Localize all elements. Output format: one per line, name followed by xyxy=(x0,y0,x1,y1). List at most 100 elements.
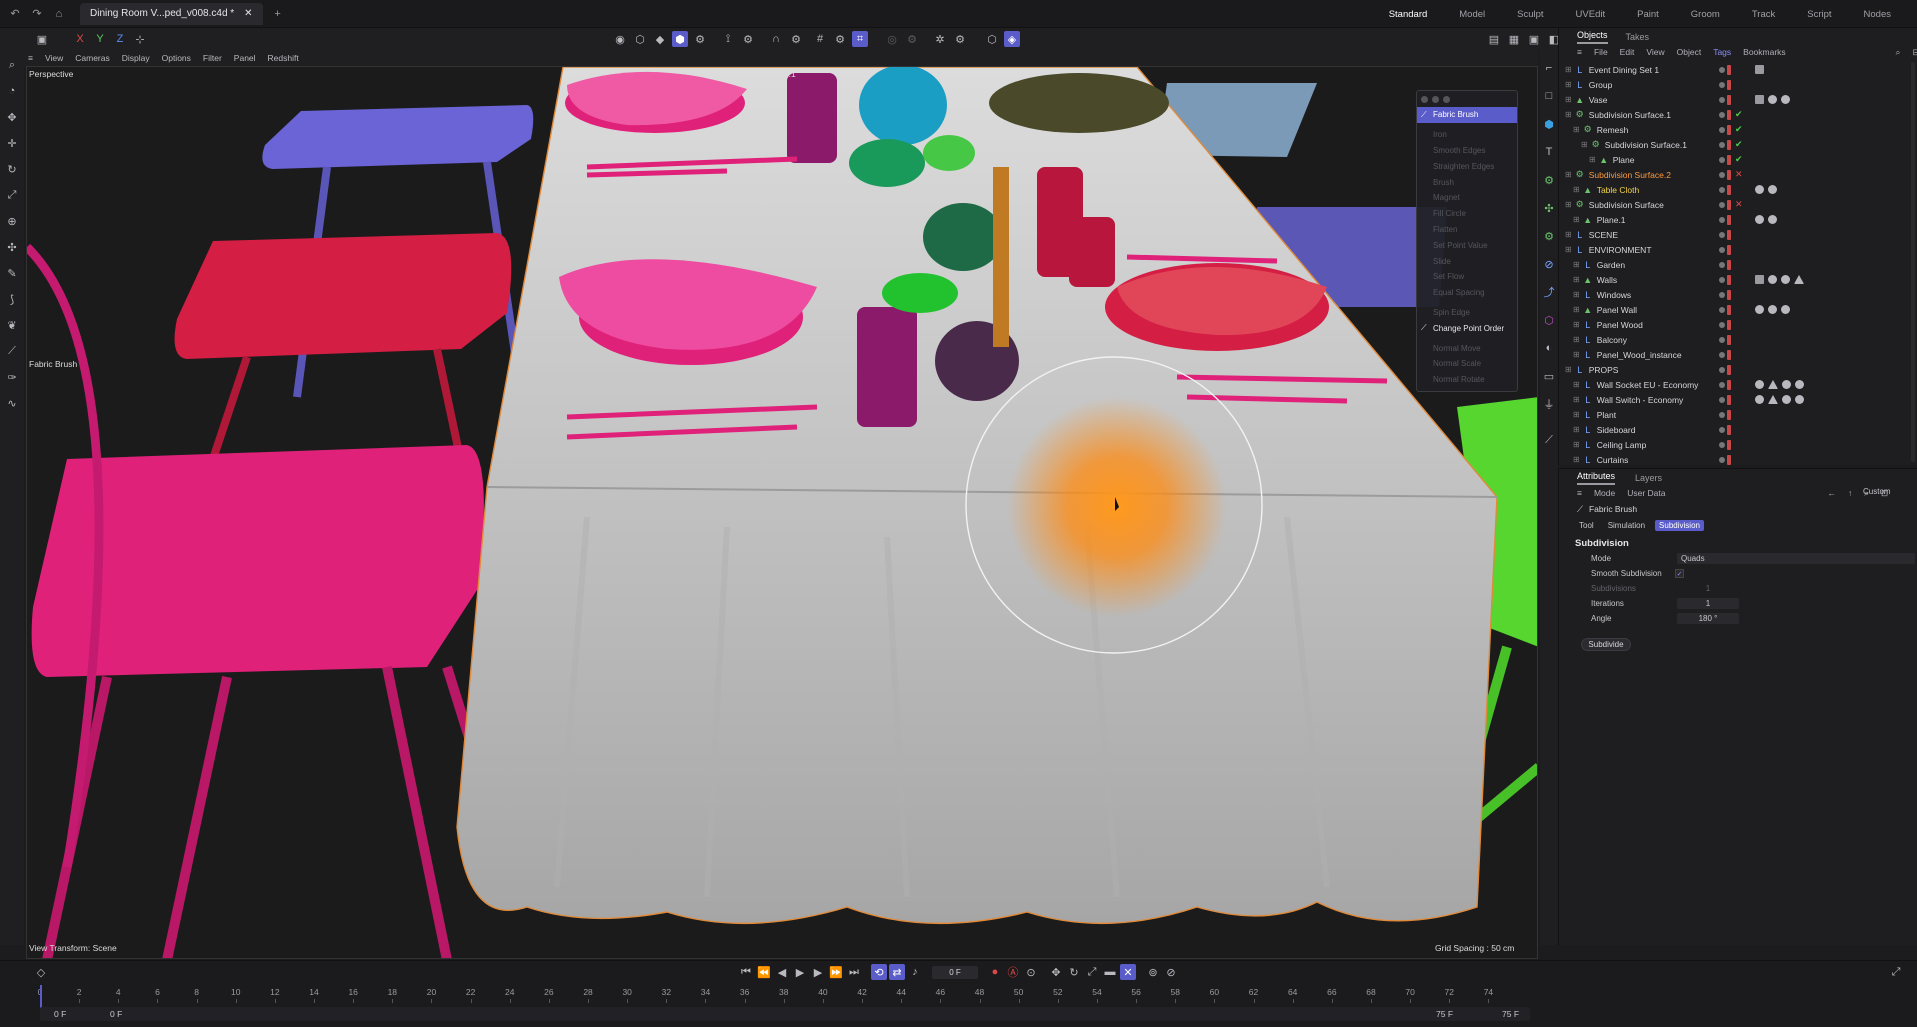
timeline-settings-icon[interactable]: ⊘ xyxy=(1163,964,1179,980)
render-icon[interactable]: ⬡ xyxy=(984,31,1000,47)
play-icon[interactable]: ▶ xyxy=(792,964,808,980)
visibility-toggle[interactable] xyxy=(1719,351,1725,358)
object-row[interactable]: ⊞ L Wall Socket EU - Economy xyxy=(1559,377,1917,392)
previous-key-icon[interactable]: ⏪ xyxy=(756,964,772,980)
close-tab-icon[interactable]: ✕ xyxy=(244,8,252,19)
viewport-menu-view[interactable]: View xyxy=(45,53,63,63)
object-row[interactable]: ⊞ ▲ Table Cloth xyxy=(1559,182,1917,197)
visibility-toggle[interactable] xyxy=(1719,426,1725,433)
layout-tab-uvedit[interactable]: UVEdit xyxy=(1560,9,1622,20)
expand-icon[interactable]: ⊞ xyxy=(1573,185,1580,194)
layer-indicator[interactable] xyxy=(1727,124,1731,135)
polygons-mode-icon[interactable]: ◆ xyxy=(652,31,668,47)
tag-icon[interactable] xyxy=(1755,65,1764,74)
object-list-scrollbar[interactable] xyxy=(1911,62,1915,462)
tag-icon[interactable] xyxy=(1755,95,1764,104)
spline-object-icon[interactable]: ⤴ xyxy=(1541,284,1557,300)
camera-name[interactable]: Perspective xyxy=(29,69,73,79)
soft-select-icon[interactable]: ✲ xyxy=(932,31,948,47)
material-tag-icon[interactable] xyxy=(1755,305,1764,314)
layer-indicator[interactable] xyxy=(1727,394,1731,405)
cloner-icon[interactable]: ✣ xyxy=(1541,200,1557,216)
visibility-toggle[interactable] xyxy=(1719,186,1725,193)
expand-icon[interactable]: ⊞ xyxy=(1573,290,1580,299)
expand-icon[interactable]: ⊞ xyxy=(1565,200,1572,209)
cube-icon[interactable]: ⬢ xyxy=(1541,116,1557,132)
live-select-icon[interactable]: ✥ xyxy=(4,109,20,125)
camera-icon[interactable]: ⌐ xyxy=(1541,60,1557,76)
object-row[interactable]: ⊞ L PROPS xyxy=(1559,362,1917,377)
visibility-toggle[interactable] xyxy=(1719,66,1725,73)
layout-tab-script[interactable]: Script xyxy=(1791,9,1847,20)
visibility-toggle[interactable] xyxy=(1719,261,1725,268)
phong-tag-icon[interactable] xyxy=(1794,275,1804,284)
viewport-menu-options[interactable]: Options xyxy=(162,53,191,63)
material-tag-icon[interactable] xyxy=(1768,305,1777,314)
sym-settings-icon[interactable]: ⚙ xyxy=(904,31,920,47)
pen-icon[interactable]: ✑ xyxy=(4,369,20,385)
object-search-icon[interactable]: ⌕ xyxy=(1896,47,1901,58)
mode-select[interactable]: Quads xyxy=(1677,553,1915,564)
transform-icon[interactable]: ⊕ xyxy=(4,213,20,229)
object-menu-tags[interactable]: Tags xyxy=(1713,47,1731,57)
redo-icon[interactable]: ↷ xyxy=(30,7,44,21)
palette-item-change-point-order[interactable]: ⟋ Change Point Order xyxy=(1417,320,1517,336)
key-position-icon[interactable]: ✥ xyxy=(1048,964,1064,980)
subdivide-button[interactable]: Subdivide xyxy=(1581,638,1631,651)
document-tab[interactable]: Dining Room V...ped_v008.c4d * ✕ xyxy=(80,2,263,25)
snap-settings-icon[interactable]: ⚙ xyxy=(788,31,804,47)
expand-icon[interactable]: ⊞ xyxy=(1573,425,1580,434)
axis-y-toggle[interactable]: Y xyxy=(92,31,108,47)
object-row[interactable]: ⊞ L Curtains xyxy=(1559,452,1917,467)
object-row[interactable]: ⊞ ⚙ Remesh ✔ xyxy=(1559,122,1917,137)
render-view-icon[interactable]: ▦ xyxy=(1506,31,1522,47)
material-tag-icon[interactable] xyxy=(1795,380,1804,389)
material-tag-icon[interactable] xyxy=(1795,395,1804,404)
object-row[interactable]: ⊞ ▲ Walls xyxy=(1559,272,1917,287)
render-settings-icon[interactable]: ▣ xyxy=(1526,31,1542,47)
viewport-menu-display[interactable]: Display xyxy=(122,53,150,63)
layer-indicator[interactable] xyxy=(1727,439,1731,450)
enabled-check-icon[interactable]: ✔ xyxy=(1735,154,1743,165)
axis-x-toggle[interactable]: X xyxy=(72,31,88,47)
key-param-icon[interactable]: ▬ xyxy=(1102,964,1118,980)
up-arrow-icon[interactable]: ↑ xyxy=(1848,488,1852,498)
expand-icon[interactable]: ⊞ xyxy=(1573,275,1580,284)
axis-mode-icon[interactable]: ⟟ xyxy=(720,31,736,47)
ab-loop-icon[interactable]: ⇄ xyxy=(889,964,905,980)
scene-icon[interactable]: ▣ xyxy=(34,31,50,47)
brush-icon[interactable]: ⟋ xyxy=(4,343,20,359)
visibility-toggle[interactable] xyxy=(1719,441,1725,448)
angle-field[interactable]: 180 ° xyxy=(1677,613,1739,624)
object-row[interactable]: ⊞ ⚙ Subdivision Surface.2 ✕ xyxy=(1559,167,1917,182)
points-mode-icon[interactable]: ◉ xyxy=(612,31,628,47)
disabled-cross-icon[interactable]: ✕ xyxy=(1735,169,1743,180)
layer-indicator[interactable] xyxy=(1727,214,1731,225)
record-icon[interactable]: ● xyxy=(987,964,1003,980)
layout-tab-groom[interactable]: Groom xyxy=(1675,9,1736,20)
palette-min-dot[interactable] xyxy=(1432,95,1439,103)
expand-icon[interactable]: ⊞ xyxy=(1573,320,1580,329)
layer-indicator[interactable] xyxy=(1727,154,1731,165)
material-tag-icon[interactable] xyxy=(1755,215,1764,224)
grid-settings-icon[interactable]: ⚙ xyxy=(832,31,848,47)
layout-tab-model[interactable]: Model xyxy=(1443,9,1501,20)
uv-mode-icon[interactable]: ⚙ xyxy=(692,31,708,47)
sculpt-icon[interactable]: ✎ xyxy=(4,265,20,281)
layer-indicator[interactable] xyxy=(1727,424,1731,435)
enabled-check-icon[interactable]: ✔ xyxy=(1735,139,1743,150)
cube-outline-icon[interactable]: □ xyxy=(1541,88,1557,104)
subtab-simulation[interactable]: Simulation xyxy=(1604,520,1649,531)
home-icon[interactable]: ⌂ xyxy=(52,7,66,21)
layer-indicator[interactable] xyxy=(1727,349,1731,360)
visibility-toggle[interactable] xyxy=(1719,111,1725,118)
light-icon[interactable]: ◐ xyxy=(1541,340,1557,356)
tab-layers[interactable]: Layers xyxy=(1635,473,1662,485)
expand-icon[interactable]: ⊞ xyxy=(1573,440,1580,449)
expand-icon[interactable]: ⊞ xyxy=(1565,65,1572,74)
viewport-menu-filter[interactable]: Filter xyxy=(203,53,222,63)
layer-indicator[interactable] xyxy=(1727,319,1731,330)
go-to-start-icon[interactable]: ⏮ xyxy=(738,964,754,980)
visibility-toggle[interactable] xyxy=(1719,336,1725,343)
layer-indicator[interactable] xyxy=(1727,334,1731,345)
